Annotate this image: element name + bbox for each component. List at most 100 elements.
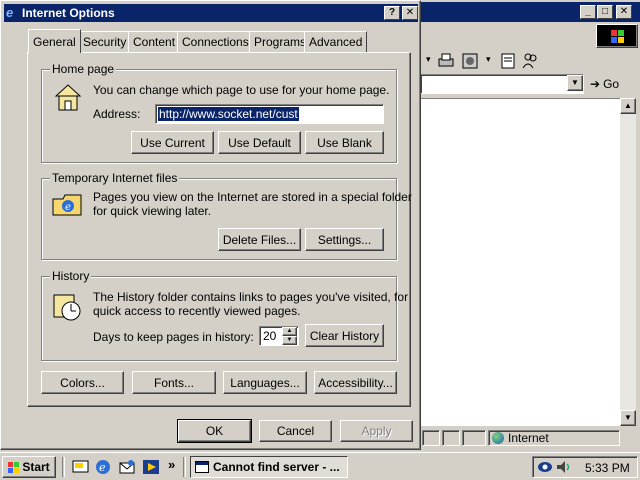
print-icon[interactable] [436,51,456,71]
tab-advanced[interactable]: Advanced [304,31,368,52]
outlook-express-icon[interactable] [118,458,136,476]
tab-general[interactable]: General [28,29,81,53]
task-button-browser[interactable]: Cannot find server - ... [190,456,348,478]
home-page-description: You can change which page to use for you… [93,83,390,97]
show-desktop-icon[interactable] [72,459,90,475]
temporary-files-group-label: Temporary Internet files [50,171,180,185]
minimize-icon[interactable]: _ [580,5,596,19]
go-label: Go [603,77,620,91]
history-group-label: History [50,269,92,283]
taskbar: Start e » Cannot find server - ... 5:33 … [0,452,640,480]
history-description-2: quick access to recently viewed pages. [93,304,301,318]
start-label: Start [22,460,50,474]
use-current-label: Use Current [140,135,205,150]
globe-icon [492,432,504,444]
accessibility-button[interactable]: Accessibility... [314,371,397,394]
scroll-up-button[interactable]: ▲ [620,98,636,114]
temp-files-description-2: for quick viewing later. [93,204,212,218]
accessibility-label: Accessibility... [318,375,393,390]
address-dropdown-button[interactable]: ▼ [567,75,583,91]
history-description-1: The History folder contains links to pag… [93,290,409,304]
days-to-keep-stepper[interactable]: 20 ▲ ▼ [259,326,299,346]
temp-settings-button[interactable]: Settings... [305,228,384,251]
dialog-close-button[interactable]: ✕ [402,6,418,20]
tab-connections[interactable]: Connections [177,31,254,52]
browser-address-bar[interactable]: ▼ [420,74,584,94]
task-window-icon [195,461,209,473]
fonts-button[interactable]: Fonts... [132,371,216,394]
clear-history-label: Clear History [309,328,380,343]
use-default-label: Use Default [228,135,291,150]
home-page-group-label: Home page [50,62,117,76]
task-button-label: Cannot find server - ... [213,460,340,474]
maximize-icon[interactable]: □ [597,5,613,19]
history-group: History [41,269,397,361]
quick-launch-chevron[interactable]: » [168,457,175,472]
close-icon[interactable]: ✕ [616,5,632,19]
home-page-address-value: http://www.socket.net/cust [158,107,299,121]
temp-files-description-1: Pages you view on the Internet are store… [93,190,412,204]
status-zone-label: Internet [508,431,549,445]
go-arrow-icon: ➔ [590,77,601,91]
tab-content[interactable]: Content [128,31,181,52]
dropdown-arrow-icon[interactable]: ▾ [426,54,431,65]
apply-label: Apply [361,424,392,438]
cancel-label: Cancel [276,424,315,438]
delete-files-button[interactable]: Delete Files... [218,228,301,251]
days-to-keep-label: Days to keep pages in history: [93,330,254,344]
languages-label: Languages... [230,375,300,390]
internet-options-dialog: e Internet Options ? ✕ General Security … [0,0,421,450]
windows-flag-icon [8,461,20,473]
temp-files-folder-icon: e [52,194,82,216]
use-default-button[interactable]: Use Default [218,131,301,154]
tasks-separator [183,457,186,477]
clock[interactable]: 5:33 PM [585,461,630,475]
use-blank-label: Use Blank [317,135,372,150]
use-current-button[interactable]: Use Current [131,131,214,154]
network-tray-icon[interactable] [537,459,553,475]
days-to-keep-value: 20 [263,329,277,343]
temp-settings-label: Settings... [317,232,372,247]
delete-files-label: Delete Files... [222,232,297,247]
start-button[interactable]: Start [2,456,56,478]
system-tray: 5:33 PM [532,456,638,478]
quick-launch-separator [62,457,65,477]
dropdown-arrow-icon[interactable]: ▾ [486,54,491,65]
address-label: Address: [93,107,141,121]
fonts-label: Fonts... [153,375,194,390]
cancel-button[interactable]: Cancel [259,420,332,442]
internet-explorer-icon[interactable]: e [94,458,112,476]
ok-button[interactable]: OK [177,419,252,443]
tab-security[interactable]: Security [78,31,132,52]
history-clock-icon [53,294,81,321]
stepper-up-icon[interactable]: ▲ [282,327,297,336]
windows-logo [596,24,638,48]
discuss-icon[interactable] [498,51,518,71]
dialog-title: Internet Options [22,6,115,20]
edit-icon[interactable] [460,51,480,71]
languages-button[interactable]: Languages... [223,371,307,394]
dialog-titlebar: e Internet Options ? ✕ [4,4,418,22]
go-button[interactable]: ➔ Go [590,74,636,94]
ok-label: OK [205,424,224,438]
stepper-down-icon[interactable]: ▼ [282,336,297,345]
clear-history-button[interactable]: Clear History [305,324,384,347]
status-zone: Internet [488,430,620,446]
use-blank-button[interactable]: Use Blank [305,131,384,154]
ie-app-icon: e [6,5,14,20]
volume-tray-icon[interactable] [555,459,571,475]
svg-text:e: e [99,461,106,474]
tab-programs[interactable]: Programs [249,31,312,52]
media-player-icon[interactable] [142,458,160,476]
help-button[interactable]: ? [384,6,400,20]
colors-label: Colors... [60,375,105,390]
scroll-down-button[interactable]: ▼ [620,410,636,426]
browser-toolbar: ▾ ▾ [420,50,640,72]
colors-button[interactable]: Colors... [41,371,124,394]
home-icon [54,84,82,111]
vertical-scrollbar[interactable]: ▲ ▼ [620,98,636,426]
apply-button[interactable]: Apply [340,420,413,442]
svg-text:e: e [65,202,71,213]
messenger-icon[interactable] [520,51,540,71]
home-page-address-input[interactable]: http://www.socket.net/cust [155,104,384,124]
